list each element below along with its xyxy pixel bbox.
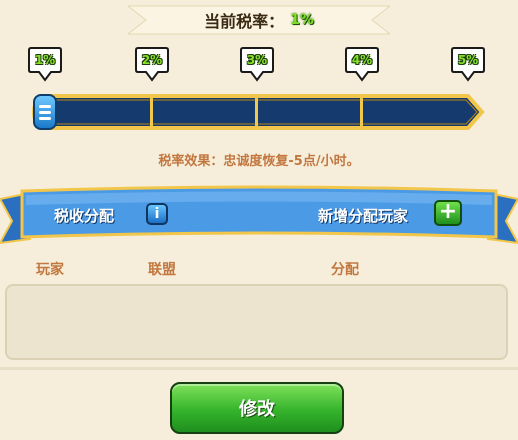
column-alliance: 联盟 — [148, 262, 176, 278]
tax-rate-label: 当前税率： — [204, 12, 285, 31]
divider — [0, 367, 518, 370]
tax-rate-ribbon: 当前税率： 1% — [128, 4, 390, 36]
add-player-label: 新增分配玩家 — [318, 207, 409, 225]
slider-handle[interactable] — [33, 94, 57, 130]
level-marker-1[interactable]: 1% — [27, 46, 63, 86]
slider-tick-2 — [150, 95, 153, 129]
tax-effect-text: 税率效果：忠诚度恢复-5点/小时。 — [158, 154, 360, 169]
tax-distribution-banner: 税收分配 i 新增分配玩家 + — [0, 185, 518, 255]
current-tax-rate: 当前税率： 1% — [128, 4, 390, 36]
tax-rate-value: 1% — [290, 12, 314, 28]
section-title: 税收分配 — [54, 207, 115, 225]
slider-tick-4 — [360, 95, 363, 129]
modify-button[interactable]: 修改 — [170, 382, 344, 434]
slider-tick-3 — [255, 95, 258, 129]
level-marker-label: 5% — [457, 53, 479, 67]
plus-icon[interactable]: + — [434, 200, 462, 226]
level-marker-5[interactable]: 5% — [450, 46, 486, 86]
level-marker-4[interactable]: 4% — [344, 46, 380, 86]
grip-line-icon — [39, 104, 51, 108]
tax-rate-slider[interactable] — [30, 92, 486, 132]
level-marker-2[interactable]: 2% — [134, 46, 170, 86]
level-marker-label: 1% — [34, 53, 56, 67]
level-marker-label: 3% — [246, 53, 268, 67]
grip-line-icon — [39, 110, 51, 114]
level-marker-3[interactable]: 3% — [239, 46, 275, 86]
level-marker-label: 4% — [351, 53, 373, 67]
level-marker-label: 2% — [141, 53, 163, 67]
column-player: 玩家 — [36, 262, 64, 278]
grip-line-icon — [39, 116, 51, 120]
info-icon[interactable]: i — [146, 203, 168, 225]
distribution-list — [5, 284, 508, 360]
column-allocation: 分配 — [331, 262, 359, 278]
